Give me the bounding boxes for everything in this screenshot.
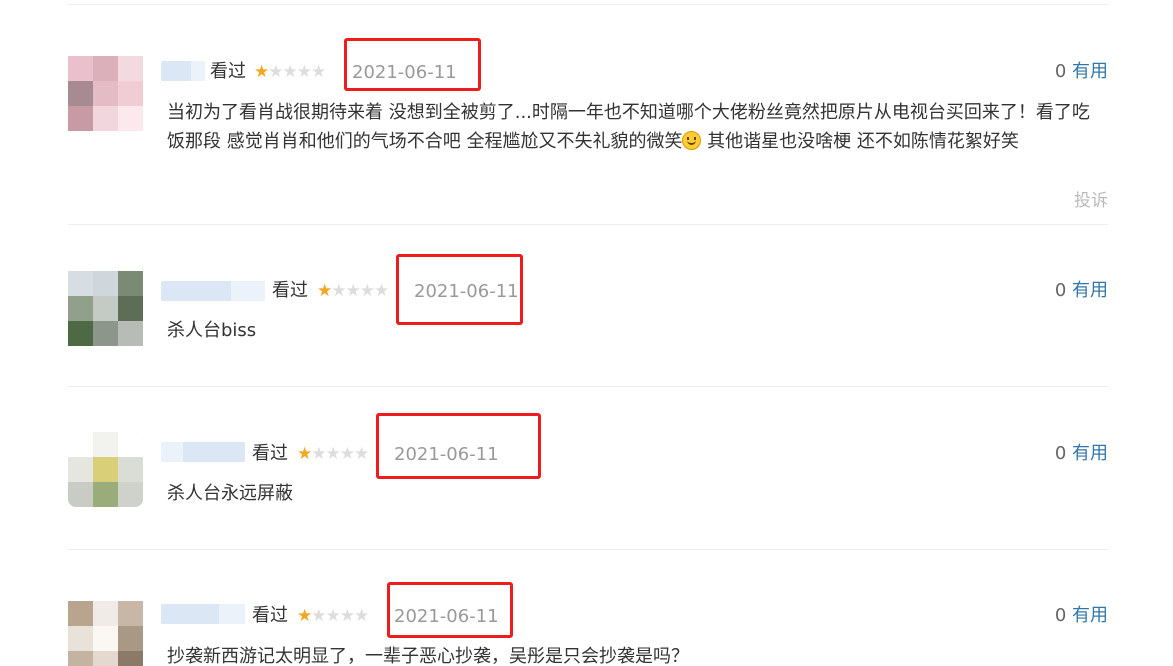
username[interactable] <box>161 604 245 624</box>
avatar[interactable] <box>68 56 143 131</box>
divider <box>68 386 1108 387</box>
highlight-box <box>387 582 513 638</box>
useful-votes[interactable]: 0 有用 <box>1020 60 1108 84</box>
rating-stars: ★★★★★ <box>317 279 389 303</box>
comment-text-part: 其他谐星也没啥梗 还不如陈情花絮好笑 <box>701 131 1019 152</box>
useful-votes[interactable]: 0 有用 <box>1020 279 1108 303</box>
vote-count: 0 <box>1054 605 1067 626</box>
useful-votes[interactable]: 0 有用 <box>1020 442 1108 466</box>
useful-link[interactable]: 有用 <box>1072 280 1108 301</box>
watched-label: 看过 <box>252 605 288 626</box>
vote-count: 0 <box>1054 280 1067 301</box>
watched-label: 看过 <box>210 61 246 82</box>
star-filled-icon: ★ <box>297 444 312 464</box>
useful-link[interactable]: 有用 <box>1072 443 1108 464</box>
comment-text: 抄袭新西游记太明显了，一辈子恶心抄袭，吴彤是只会抄袭是吗？ <box>167 646 689 666</box>
avatar[interactable] <box>68 601 143 666</box>
divider <box>68 4 1108 5</box>
useful-link[interactable]: 有用 <box>1072 605 1108 626</box>
username[interactable] <box>161 61 205 81</box>
comment-text: 当初为了看肖战很期待来着 没想到全被剪了...时隔一年也不知道哪个大佬粉丝竟然把… <box>167 98 1107 156</box>
report-link[interactable]: 投诉 <box>1060 189 1108 213</box>
highlight-box <box>344 38 481 91</box>
avatar[interactable] <box>68 271 143 346</box>
watched-label: 看过 <box>252 443 288 464</box>
star-filled-icon: ★ <box>317 281 332 301</box>
star-empty-icon: ★★★★ <box>311 444 369 464</box>
divider <box>68 549 1108 550</box>
useful-link[interactable]: 有用 <box>1072 61 1108 82</box>
divider <box>68 224 1108 225</box>
comment-text: 杀人台永远屏蔽 <box>167 483 293 504</box>
username[interactable] <box>161 281 265 301</box>
watched-label: 看过 <box>272 280 308 301</box>
star-filled-icon: ★ <box>297 606 312 626</box>
comment-text: 杀人台biss <box>167 320 257 341</box>
highlight-box <box>376 413 541 479</box>
highlight-box <box>396 254 523 325</box>
rating-stars: ★★★★★ <box>297 442 369 466</box>
star-empty-icon: ★★★★ <box>268 62 326 82</box>
star-empty-icon: ★★★★ <box>311 606 369 626</box>
star-empty-icon: ★★★★ <box>331 281 389 301</box>
useful-votes[interactable]: 0 有用 <box>1020 604 1108 628</box>
avatar[interactable] <box>68 432 143 507</box>
smile-emoji-icon <box>682 131 702 150</box>
vote-count: 0 <box>1054 61 1067 82</box>
star-filled-icon: ★ <box>254 62 269 82</box>
rating-stars: ★★★★★ <box>297 604 369 628</box>
comments-page: 看过 ★★★★★ 2021-06-11 0 有用 当初为了看肖战很期待来着 没想… <box>0 0 1173 666</box>
rating-stars: ★★★★★ <box>254 60 326 84</box>
username[interactable] <box>161 442 245 462</box>
vote-count: 0 <box>1054 443 1067 464</box>
